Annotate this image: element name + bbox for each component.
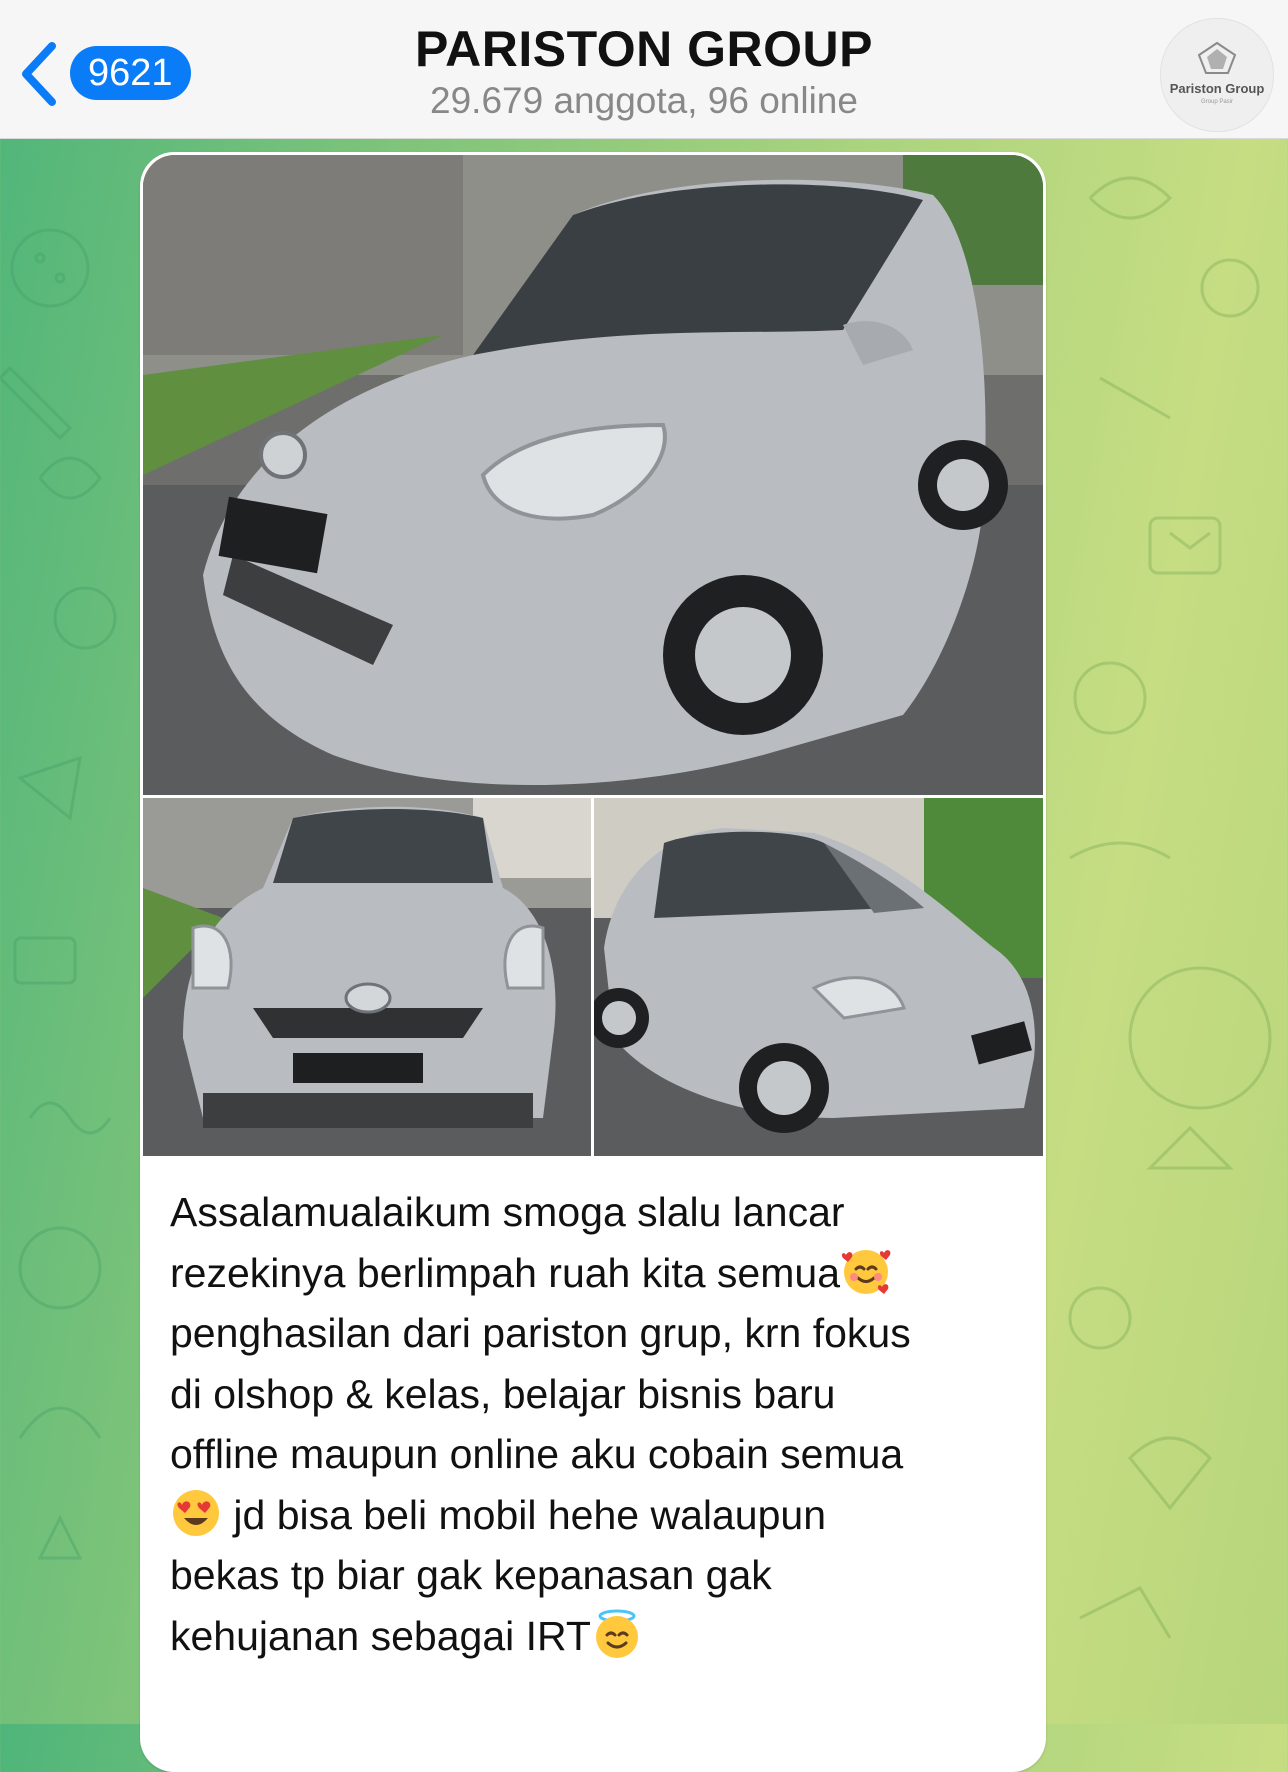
car-photo-side[interactable] [594, 798, 1043, 1156]
smiling-face-with-halo-icon [595, 1609, 638, 1658]
message-caption: Assalamualaikum smoga slalu lancar rezek… [170, 1182, 1030, 1666]
car-photo-main[interactable] [143, 155, 1043, 795]
caption-line: bekas tp biar gak kepanasan gak [170, 1552, 772, 1598]
caption-line-with-emoji: jd bisa beli mobil hehe walaupun [170, 1485, 1030, 1546]
member-status: 29.679 anggota, 96 online [430, 80, 858, 121]
unread-count-badge[interactable]: 9621 [70, 46, 191, 100]
smiling-face-with-hearts-icon [841, 1249, 891, 1294]
caption-line: di olshop & kelas, belajar bisnis baru [170, 1370, 836, 1417]
caption-line-with-emoji: kehujanan sebagai IRT [170, 1606, 1030, 1667]
caption-line: Assalamualaikum smoga slalu lancar [170, 1189, 845, 1235]
heart-eyes-icon [173, 1489, 219, 1536]
caption-line-text: kehujanan sebagai IRT [170, 1612, 591, 1659]
message-bubble: Assalamualaikum smoga slalu lancar rezek… [140, 152, 1046, 1772]
caption-line-with-emoji: rezekinya berlimpah ruah kita semua [170, 1243, 1030, 1304]
chat-title[interactable]: PARISTON GROUP [300, 20, 988, 78]
avatar-sub-text: Group Pasir [1200, 99, 1233, 105]
pariston-logo-icon [1197, 41, 1237, 74]
caption-line: penghasilan dari pariston grup, krn foku… [170, 1310, 911, 1356]
car-photo-front[interactable] [143, 798, 591, 1156]
caption-line-text: rezekinya berlimpah ruah kita semua [170, 1249, 840, 1296]
back-chevron-icon[interactable] [18, 40, 60, 108]
car-photo-side-image [594, 798, 1043, 1156]
caption-line: offline maupun online aku cobain semua [170, 1431, 904, 1477]
group-avatar[interactable]: Pariston Group Group Pasir [1160, 18, 1274, 132]
avatar-brand-text: Pariston Group [1169, 81, 1265, 96]
car-photo-front-image [143, 798, 591, 1156]
chat-header: 9621 PARISTON GROUP 29.679 anggota, 96 o… [0, 0, 1288, 139]
car-photo-main-image [143, 155, 1043, 795]
caption-line-text: jd bisa beli mobil hehe walaupun [222, 1491, 827, 1538]
